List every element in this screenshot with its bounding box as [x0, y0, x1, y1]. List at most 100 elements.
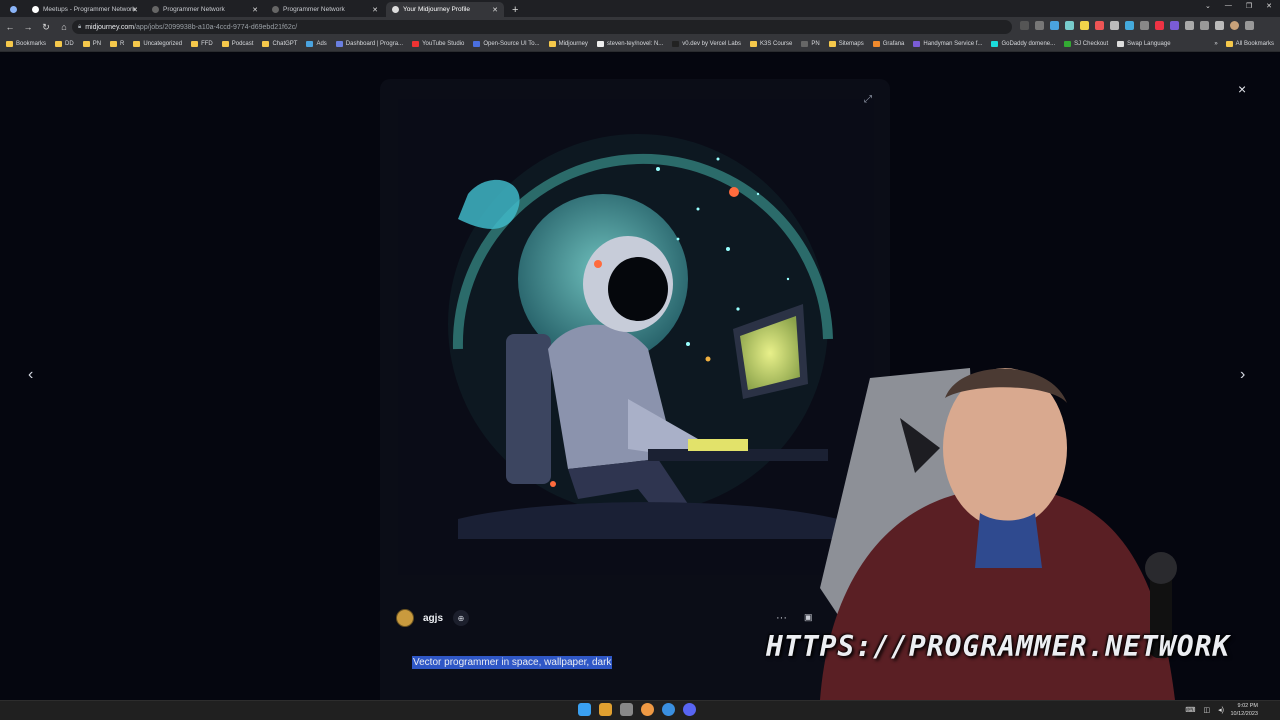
volume-icon[interactable]: ◂): [1218, 706, 1224, 714]
bookmark-item[interactable]: R: [110, 41, 124, 47]
folder-icon: [548, 41, 556, 47]
folder-icon: [750, 41, 757, 47]
tab-meetups[interactable]: Meetups - Programmer Network ✕: [26, 2, 144, 17]
keyboard-icon[interactable]: ⌨: [1185, 706, 1195, 714]
address-bar[interactable]: 🔒︎ midjourney.com/app/jobs/2099938b-a10a…: [72, 20, 1012, 34]
tab-label: Programmer Network: [283, 6, 345, 13]
extension-icon[interactable]: [1140, 21, 1149, 30]
close-window-icon[interactable]: ✕: [1266, 2, 1272, 10]
download-icon[interactable]: [1200, 21, 1209, 30]
chrome-icon[interactable]: [641, 703, 654, 716]
chevron-down-icon[interactable]: ⌄: [1205, 2, 1211, 10]
bookmark-item[interactable]: PN: [82, 41, 101, 47]
url-path: /app/jobs/2099938b-a10a-4ccd-9774-d69ebd…: [134, 23, 298, 31]
home-icon[interactable]: ⌂: [56, 22, 72, 32]
extension-icon[interactable]: [1155, 21, 1164, 30]
bookmark-item[interactable]: Midjourney: [548, 41, 588, 47]
bookmark-item[interactable]: GoDaddy domene...: [991, 41, 1055, 47]
menu-icon[interactable]: [1245, 21, 1254, 30]
pn-icon: [801, 41, 809, 47]
reload-icon[interactable]: ↻: [38, 22, 54, 33]
follow-user-icon[interactable]: ⊕: [453, 610, 470, 626]
bookmark-item[interactable]: Uncategorized: [133, 41, 182, 47]
window-controls: ⌄ — ❐ ✕: [1205, 2, 1272, 10]
all-bookmarks[interactable]: » All Bookmarks: [1214, 41, 1274, 47]
lock-icon: 🔒︎: [78, 23, 82, 30]
site-icon: [1064, 41, 1072, 47]
bookmark-item[interactable]: ChatGPT: [262, 41, 297, 47]
extension-icon[interactable]: [1125, 21, 1134, 30]
puzzle-icon[interactable]: [1185, 21, 1194, 30]
avatar[interactable]: [1230, 21, 1239, 30]
bookmark-item[interactable]: PN: [801, 41, 820, 47]
bookmark-item[interactable]: steven-tey/novel: N...: [596, 41, 663, 47]
youtube-icon: [412, 41, 420, 47]
windows-start-icon[interactable]: [578, 703, 591, 716]
tab-programmer-network[interactable]: Programmer Network ✕: [146, 2, 264, 17]
folder-icon: [262, 41, 270, 47]
extension-icon[interactable]: [1110, 21, 1119, 30]
bookmark-item[interactable]: K3S Course: [750, 41, 792, 47]
bookmark-item[interactable]: Bookmarks: [6, 41, 46, 47]
grafana-icon: [872, 41, 880, 47]
app-icon[interactable]: [620, 703, 633, 716]
extension-icon[interactable]: [1050, 21, 1059, 30]
maximize-icon[interactable]: ❐: [1246, 2, 1252, 10]
close-tab-icon[interactable]: ✕: [132, 6, 138, 14]
back-icon[interactable]: ←: [2, 22, 18, 32]
pn-icon: [272, 6, 279, 13]
expand-icon[interactable]: ⤢: [864, 94, 872, 105]
extension-icon[interactable]: [1170, 21, 1179, 30]
system-clock[interactable]: 9:02 PM 10/12/2023: [1230, 702, 1258, 718]
bookmark-item[interactable]: Handyman Service f...: [913, 41, 982, 47]
folder-icon: [828, 41, 836, 47]
discord-icon[interactable]: [683, 703, 696, 716]
bookmark-item[interactable]: YouTube Studio: [412, 41, 464, 47]
folder-icon: [82, 41, 90, 47]
app-icon[interactable]: [599, 703, 612, 716]
system-tray: ⌨ ◫ ◂): [1185, 706, 1224, 714]
tab-midjourney[interactable]: Your Midjourney Profile ✕: [386, 2, 504, 17]
bookmark-item[interactable]: Swap Language: [1117, 41, 1171, 47]
pn-icon: [152, 6, 159, 13]
close-tab-icon[interactable]: ✕: [252, 6, 258, 14]
extension-icon[interactable]: [1065, 21, 1074, 30]
bookmark-item[interactable]: SJ Checkout: [1064, 41, 1108, 47]
share-icon[interactable]: [1020, 21, 1029, 30]
extension-icon[interactable]: [1080, 21, 1089, 30]
bookmark-item[interactable]: v0.dev by Vercel Labs: [672, 41, 741, 47]
tab-programmer-network-2[interactable]: Programmer Network ✕: [266, 2, 384, 17]
close-tab-icon[interactable]: ✕: [492, 6, 498, 14]
taskbar-apps: [578, 703, 696, 716]
bookmark-item[interactable]: FFD: [191, 41, 213, 47]
vercel-icon: [672, 41, 680, 47]
author-username[interactable]: agjs: [423, 613, 443, 624]
bookmark-item[interactable]: DD: [55, 41, 74, 47]
folder-icon: [1225, 41, 1233, 47]
close-tab-icon[interactable]: ✕: [372, 6, 378, 14]
close-icon[interactable]: ×: [1238, 81, 1246, 97]
site-icon: [335, 41, 343, 47]
diamond-icon: [10, 6, 17, 13]
new-tab-button[interactable]: +: [512, 2, 518, 17]
star-icon[interactable]: [1035, 21, 1044, 30]
avatar[interactable]: [396, 609, 414, 627]
bookmark-item[interactable]: Podcast: [221, 41, 253, 47]
minimize-icon[interactable]: —: [1225, 2, 1232, 10]
bookmark-item[interactable]: Sitemaps: [828, 41, 864, 47]
folder-icon: [6, 41, 13, 47]
bookmark-item[interactable]: Grafana: [872, 41, 904, 47]
extension-icon[interactable]: [1095, 21, 1104, 30]
tab-pinned[interactable]: [4, 2, 24, 17]
chevron-left-icon[interactable]: ‹: [28, 366, 33, 384]
folder-icon: [110, 41, 118, 47]
prompt-text[interactable]: Vector programmer in space, wallpaper, d…: [412, 656, 613, 669]
bookmark-item[interactable]: Dashboard | Progra...: [335, 41, 403, 47]
network-icon[interactable]: ◫: [1204, 706, 1211, 714]
sidepanel-icon[interactable]: [1215, 21, 1224, 30]
folder-icon: [221, 41, 229, 47]
forward-icon[interactable]: →: [20, 22, 36, 32]
bookmark-item[interactable]: Ads: [306, 41, 327, 47]
bookmark-item[interactable]: Open-Source UI To...: [473, 41, 540, 47]
app-icon[interactable]: [662, 703, 675, 716]
